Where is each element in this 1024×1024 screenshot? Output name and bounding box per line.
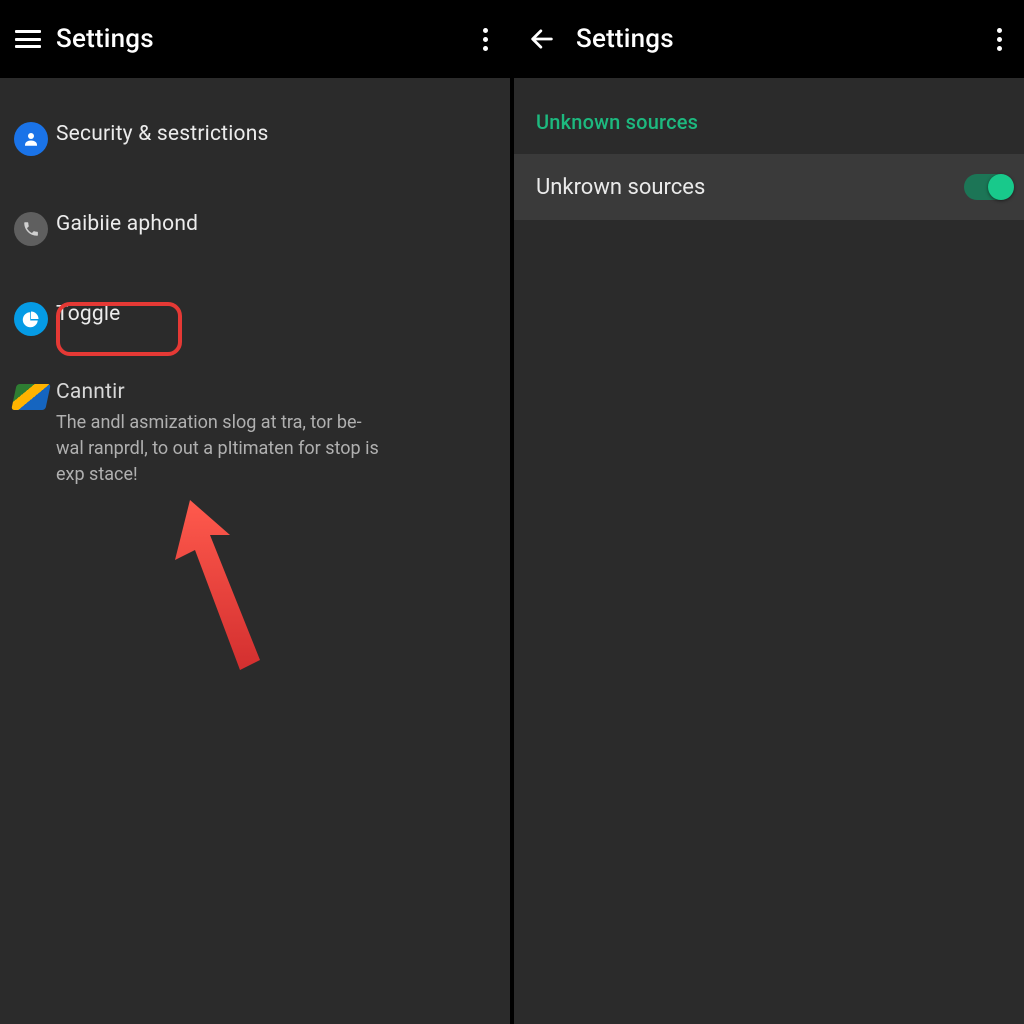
right-pane: Settings Unknown sources Unkrown sources [512, 0, 1024, 1024]
phone-icon [14, 212, 48, 246]
page-title-left: Settings [56, 24, 470, 54]
overflow-menu-button-right[interactable] [984, 17, 1014, 61]
switch-thumb [988, 174, 1014, 200]
hamburger-icon [15, 30, 41, 48]
settings-item-label: Toggle [56, 302, 494, 326]
settings-item-toggle[interactable]: Toggle [0, 286, 510, 350]
person-icon [14, 122, 48, 156]
toggle-label: Unkrown sources [536, 175, 964, 200]
settings-item-description: The andl asmization slog at tra, tor be-… [56, 410, 386, 488]
back-arrow-icon [528, 25, 556, 53]
settings-item-label: Security & sestrictions [56, 122, 494, 146]
settings-item-security[interactable]: Security & sestrictions [0, 106, 510, 170]
settings-item-label: Gaibiie aphond [56, 212, 494, 236]
unknown-sources-toggle-row[interactable]: Unkrown sources [514, 154, 1024, 220]
page-title-right: Settings [576, 24, 984, 54]
pie-icon [14, 302, 48, 336]
appbar-left: Settings [0, 0, 510, 78]
settings-item-phone[interactable]: Gaibiie aphond [0, 196, 510, 260]
menu-button[interactable] [6, 17, 50, 61]
overflow-menu-button-left[interactable] [470, 17, 500, 61]
settings-item-canntir[interactable]: Canntir The andl asmization slog at tra,… [0, 364, 510, 502]
back-button[interactable] [520, 17, 564, 61]
folder-icon [11, 384, 51, 410]
left-pane: Settings Security & sestrictions [0, 0, 512, 1024]
settings-item-label: Canntir [56, 380, 494, 404]
appbar-right: Settings [514, 0, 1024, 78]
unknown-sources-switch[interactable] [964, 174, 1010, 200]
section-header-unknown-sources: Unknown sources [514, 78, 1024, 154]
annotation-arrow-icon [150, 500, 290, 680]
settings-list-left: Security & sestrictions Gaibiie aphond [0, 78, 510, 502]
